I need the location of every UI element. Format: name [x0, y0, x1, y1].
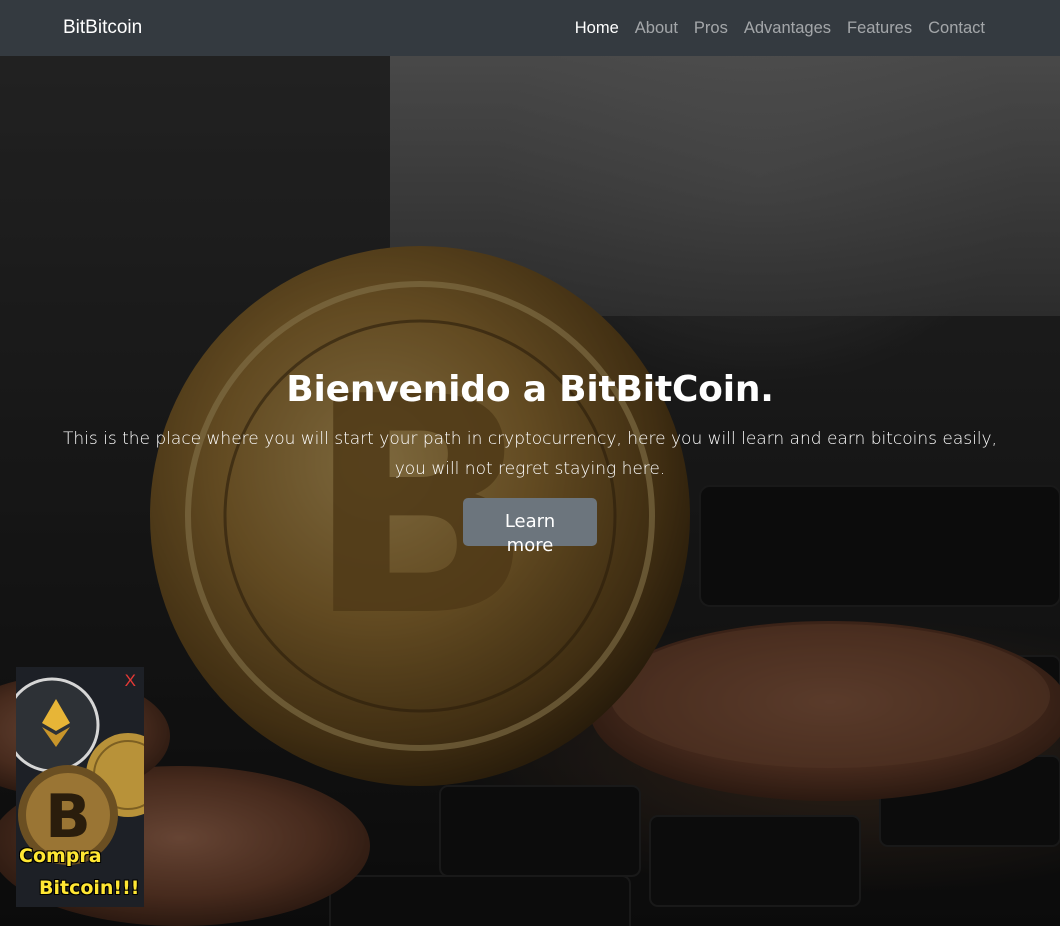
- hero-content: Bienvenido a BitBitCoin. This is the pla…: [0, 366, 1060, 556]
- hero-subtitle: This is the place where you will start y…: [62, 429, 998, 479]
- ethereum-coin-icon: [16, 677, 100, 773]
- brand-logo[interactable]: BitBitcoin: [63, 16, 142, 40]
- hero-section: B Bienvenido a BitBitCoin. This is the p…: [0, 56, 1060, 926]
- svg-text:B: B: [45, 782, 91, 852]
- ad-banner[interactable]: B X Compra Bitcoin!!!: [16, 667, 144, 907]
- nav-advantages-link[interactable]: Advantages: [736, 16, 839, 40]
- nav-about-link[interactable]: About: [627, 16, 686, 40]
- top-navbar: BitBitcoin Home About Pros Advantages Fe…: [0, 0, 1060, 56]
- ad-close-button[interactable]: X: [125, 671, 136, 691]
- nav-home-link[interactable]: Home: [567, 16, 627, 40]
- ad-text-line2: Bitcoin!!!: [39, 877, 140, 899]
- ad-text-line1: Compra: [19, 845, 102, 867]
- learn-more-button[interactable]: Learn more: [463, 498, 597, 556]
- nav-contact-link[interactable]: Contact: [920, 16, 993, 40]
- hero-title: Bienvenido a BitBitCoin.: [286, 369, 774, 410]
- nav-links: Home About Pros Advantages Features Cont…: [567, 16, 993, 40]
- ad-coins-image: B: [16, 667, 144, 907]
- nav-pros-link[interactable]: Pros: [686, 16, 736, 40]
- nav-features-link[interactable]: Features: [839, 16, 920, 40]
